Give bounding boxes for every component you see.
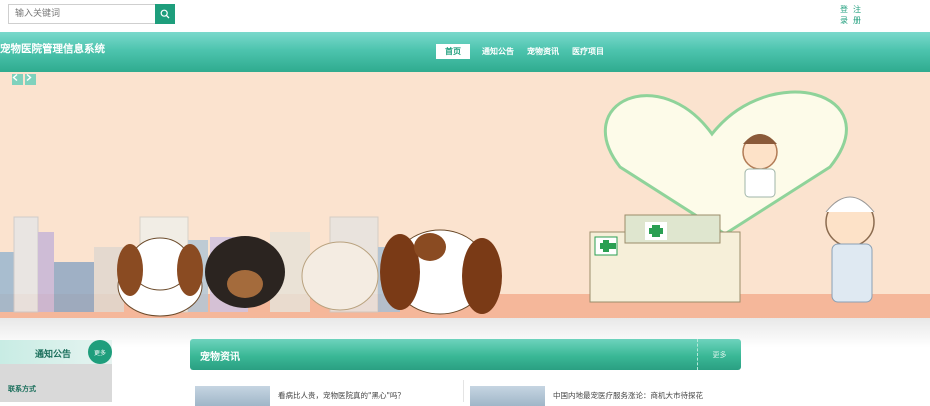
nav-item-medical[interactable]: 医疗项目 xyxy=(572,46,604,57)
banner-prev-button[interactable] xyxy=(12,74,23,85)
banner-carousel[interactable] xyxy=(0,72,930,318)
news-list-item[interactable]: 中国内地最宠医疗服务涨论：商机大市待探花 xyxy=(470,386,703,406)
pet-news-header: 宠物资讯 更多 xyxy=(190,339,741,370)
news-item-title[interactable]: 中国内地最宠医疗服务涨论：商机大市待探花 xyxy=(553,390,703,401)
chevron-right-icon xyxy=(26,74,32,81)
search-input[interactable] xyxy=(8,4,155,24)
nav-item-home[interactable]: 首页 xyxy=(436,44,470,59)
nav-item-notices[interactable]: 通知公告 xyxy=(482,46,514,57)
notice-sidebar-title: 通知公告 xyxy=(35,350,72,360)
login-link-char-1[interactable]: 登 xyxy=(838,4,850,15)
banner-next-button[interactable] xyxy=(25,74,36,85)
news-list-item[interactable]: 看病比人贵，宠物医院真的"黑心"吗？ xyxy=(195,386,405,406)
pet-news-more-link[interactable]: 更多 xyxy=(697,339,741,370)
notice-more-button[interactable]: 更多 xyxy=(88,340,112,364)
news-thumbnail xyxy=(195,386,270,406)
header-bar: 宠物医院管理信息系统 首页 通知公告 宠物资讯 医疗项目 xyxy=(0,32,930,72)
register-link-char-2[interactable]: 册 xyxy=(851,15,863,26)
site-title: 宠物医院管理信息系统 xyxy=(0,43,105,55)
news-item-title[interactable]: 看病比人贵，宠物医院真的"黑心"吗？ xyxy=(278,390,405,401)
main-nav: 首页 通知公告 宠物资讯 医疗项目 xyxy=(436,44,617,59)
register-link-char-1[interactable]: 注 xyxy=(851,4,863,15)
search-icon xyxy=(160,9,170,19)
chevron-left-icon xyxy=(12,74,18,81)
content-area: 通知公告 更多 联系方式 宠物资讯 更多 看病比人贵，宠物医院真的"黑心"吗？ … xyxy=(0,318,930,406)
nav-item-pet-news[interactable]: 宠物资讯 xyxy=(527,46,559,57)
search-button[interactable] xyxy=(155,4,175,24)
banner-illustration xyxy=(0,72,930,318)
auth-links: 登 注 录 册 xyxy=(838,4,863,26)
top-bar: 登 注 录 册 xyxy=(0,0,930,32)
pet-news-title: 宠物资讯 xyxy=(200,352,240,363)
contact-label: 联系方式 xyxy=(8,385,36,393)
login-link-char-2[interactable]: 录 xyxy=(838,15,850,26)
notice-sidebar: 通知公告 更多 联系方式 xyxy=(0,340,112,402)
news-divider xyxy=(463,380,464,402)
news-thumbnail xyxy=(470,386,545,406)
